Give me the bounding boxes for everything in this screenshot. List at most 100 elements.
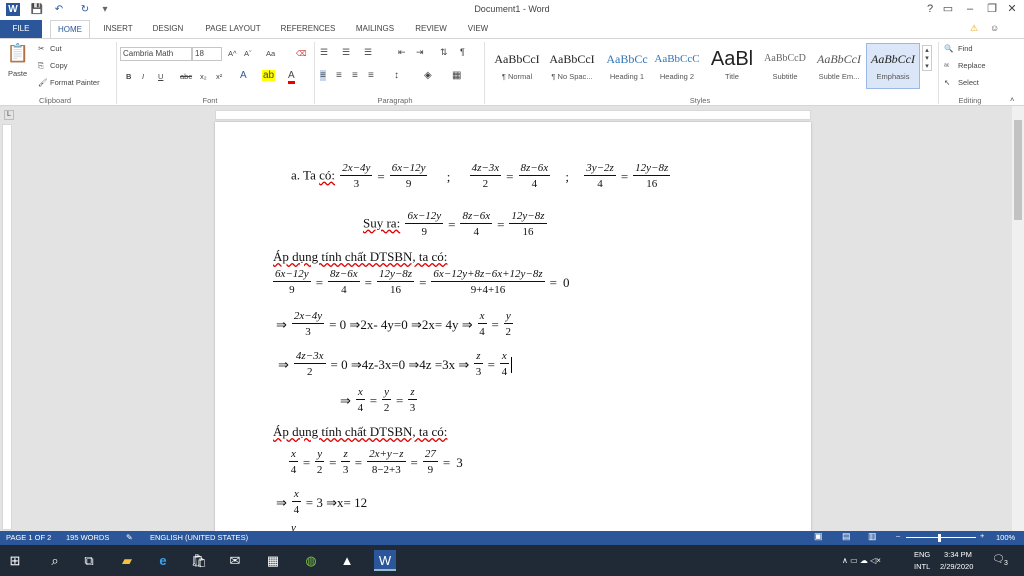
web-layout-icon[interactable]: ▥ <box>868 531 877 542</box>
style-heading-1[interactable]: AaBbCc Heading 1 <box>600 43 654 89</box>
warning-icon[interactable]: ⚠ <box>970 23 978 34</box>
clock-time[interactable]: 3:34 PM <box>944 550 972 559</box>
zoom-slider-thumb[interactable] <box>938 534 941 542</box>
decrease-indent-icon[interactable]: ⇤ <box>398 47 406 58</box>
numbering-icon[interactable]: ☰ <box>342 47 350 58</box>
styles-gallery-more-icon[interactable]: ▴ ▾ ▾ <box>922 45 932 71</box>
proofing-icon[interactable]: ✎ <box>126 533 133 542</box>
word-count[interactable]: 195 WORDS <box>66 533 109 542</box>
text-effects-icon[interactable]: A <box>240 70 247 81</box>
vertical-scrollbar[interactable] <box>1012 106 1024 531</box>
clock-date[interactable]: 2/29/2020 <box>940 562 973 571</box>
store-icon[interactable]: 🛍 <box>188 550 210 571</box>
align-center-icon[interactable]: ≡ <box>336 70 342 81</box>
tab-mailings[interactable]: MAILINGS <box>348 20 402 38</box>
zoom-slider[interactable] <box>906 537 976 538</box>
document-page[interactable]: a. Ta có: 2x−4y 3 = 6x−12y 9 ; 4z−3x 2 = 8z−6x 4… <box>215 122 811 531</box>
read-mode-icon[interactable]: ▣ <box>814 531 823 542</box>
start-icon[interactable]: ⊞ <box>4 550 26 571</box>
page-count[interactable]: PAGE 1 OF 2 <box>6 533 51 542</box>
cut-icon[interactable]: ✂ <box>38 44 44 53</box>
style-subtle-emphasis[interactable]: AaBbCcI Subtle Em... <box>812 43 866 89</box>
photos-icon[interactable]: ▲ <box>336 550 358 571</box>
replace-button[interactable]: Replace <box>958 61 986 70</box>
bullets-icon[interactable]: ☰ <box>320 47 328 58</box>
style-no-spacing[interactable]: AaBbCcI ¶ No Spac... <box>545 43 599 89</box>
tab-references[interactable]: REFERENCES <box>276 20 340 38</box>
subscript-button[interactable]: x₂ <box>200 72 207 81</box>
align-left-icon[interactable]: ≡ <box>320 70 326 81</box>
maximize-button[interactable]: ❐ <box>984 2 1000 17</box>
tab-insert[interactable]: INSERT <box>98 20 138 38</box>
replace-icon[interactable]: ᵃᶜ <box>944 61 949 70</box>
font-color-icon[interactable]: A <box>288 70 295 84</box>
task-view-icon[interactable]: ⧉ <box>78 550 100 571</box>
ribbon-display-button[interactable]: ▭ <box>940 2 956 17</box>
shading-icon[interactable]: ◈ <box>424 70 432 81</box>
underline-button[interactable]: U <box>158 72 163 81</box>
change-case-button[interactable]: Aa <box>266 49 275 58</box>
font-size-input[interactable]: 18 <box>192 47 222 61</box>
format-painter-button[interactable]: Format Painter <box>50 78 100 87</box>
find-button[interactable]: Find <box>958 44 973 53</box>
select-button[interactable]: Select <box>958 78 979 87</box>
italic-button[interactable]: I <box>142 72 144 81</box>
account-icon[interactable]: ☺ <box>990 23 999 33</box>
multilevel-list-icon[interactable]: ☰ <box>364 47 372 58</box>
style-heading-2[interactable]: AaBbCcC Heading 2 <box>650 43 704 89</box>
zoom-level[interactable]: 100% <box>996 533 1015 542</box>
input-lang[interactable]: ENG <box>914 550 930 559</box>
align-right-icon[interactable]: ≡ <box>352 70 358 81</box>
highlight-icon[interactable]: ab <box>262 70 276 81</box>
edge-icon[interactable]: e <box>152 550 174 571</box>
input-lang-variant[interactable]: INTL <box>914 562 930 571</box>
vertical-ruler[interactable] <box>2 124 12 530</box>
help-button[interactable]: ? <box>922 2 938 17</box>
select-icon[interactable]: ↖ <box>944 78 950 87</box>
line-spacing-icon[interactable]: ↕ <box>394 70 399 81</box>
font-name-input[interactable]: Cambria Math <box>120 47 192 61</box>
horizontal-ruler[interactable] <box>215 110 811 120</box>
grow-font-button[interactable]: A^ <box>228 49 237 58</box>
file-explorer-icon[interactable]: ▰ <box>116 550 138 571</box>
app-icon[interactable]: ◍ <box>300 550 322 571</box>
notification-icon[interactable]: 🗨 <box>992 554 1005 565</box>
tab-selector-icon[interactable]: L <box>4 110 14 120</box>
minimize-button[interactable]: – <box>962 2 978 17</box>
style-emphasis[interactable]: AaBbCcI Emphasis <box>866 43 920 89</box>
app-icon[interactable]: ▦ <box>262 550 284 571</box>
mail-icon[interactable]: ✉ <box>224 550 246 571</box>
shrink-font-button[interactable]: Aˇ <box>244 49 252 58</box>
zoom-out-icon[interactable]: – <box>896 531 900 540</box>
close-button[interactable]: ✕ <box>1004 2 1020 17</box>
increase-indent-icon[interactable]: ⇥ <box>416 47 424 58</box>
document-body[interactable]: a. Ta có: 2x−4y 3 = 6x−12y 9 ; 4z−3x 2 = 8z−6x 4… <box>215 122 811 531</box>
cut-button[interactable]: Cut <box>50 44 62 53</box>
clear-format-icon[interactable]: ⌫ <box>296 49 307 58</box>
justify-icon[interactable]: ≡ <box>368 70 374 81</box>
copy-icon[interactable]: ⎘ <box>38 61 44 71</box>
tab-home[interactable]: HOME <box>50 20 90 38</box>
tab-design[interactable]: DESIGN <box>146 20 190 38</box>
sort-icon[interactable]: ⇅ <box>440 47 448 58</box>
superscript-button[interactable]: x² <box>216 72 222 81</box>
borders-icon[interactable]: ▦ <box>452 70 461 81</box>
collapse-ribbon-icon[interactable]: ˄ <box>1010 95 1014 104</box>
strikethrough-button[interactable]: abc <box>180 72 192 81</box>
style-normal[interactable]: AaBbCcI ¶ Normal <box>490 43 544 89</box>
paste-icon[interactable]: 📋 <box>6 43 30 64</box>
zoom-in-icon[interactable]: + <box>980 531 984 540</box>
scrollbar-thumb[interactable] <box>1014 120 1022 220</box>
print-layout-icon[interactable]: ▤ <box>842 531 851 542</box>
tray-icons[interactable]: ∧ ▭ ☁ ◁× <box>842 556 881 565</box>
format-painter-icon[interactable]: 🖌 <box>38 78 48 87</box>
style-title[interactable]: AaBl Title <box>705 43 759 89</box>
copy-button[interactable]: Copy <box>50 61 68 70</box>
tab-view[interactable]: VIEW <box>460 20 496 38</box>
tab-review[interactable]: REVIEW <box>410 20 452 38</box>
find-icon[interactable]: 🔍 <box>944 44 953 53</box>
style-subtitle[interactable]: AaBbCcD Subtitle <box>758 43 812 89</box>
show-marks-icon[interactable]: ¶ <box>460 47 465 57</box>
language[interactable]: ENGLISH (UNITED STATES) <box>150 533 248 542</box>
word-taskbar-icon[interactable]: W <box>374 550 396 571</box>
